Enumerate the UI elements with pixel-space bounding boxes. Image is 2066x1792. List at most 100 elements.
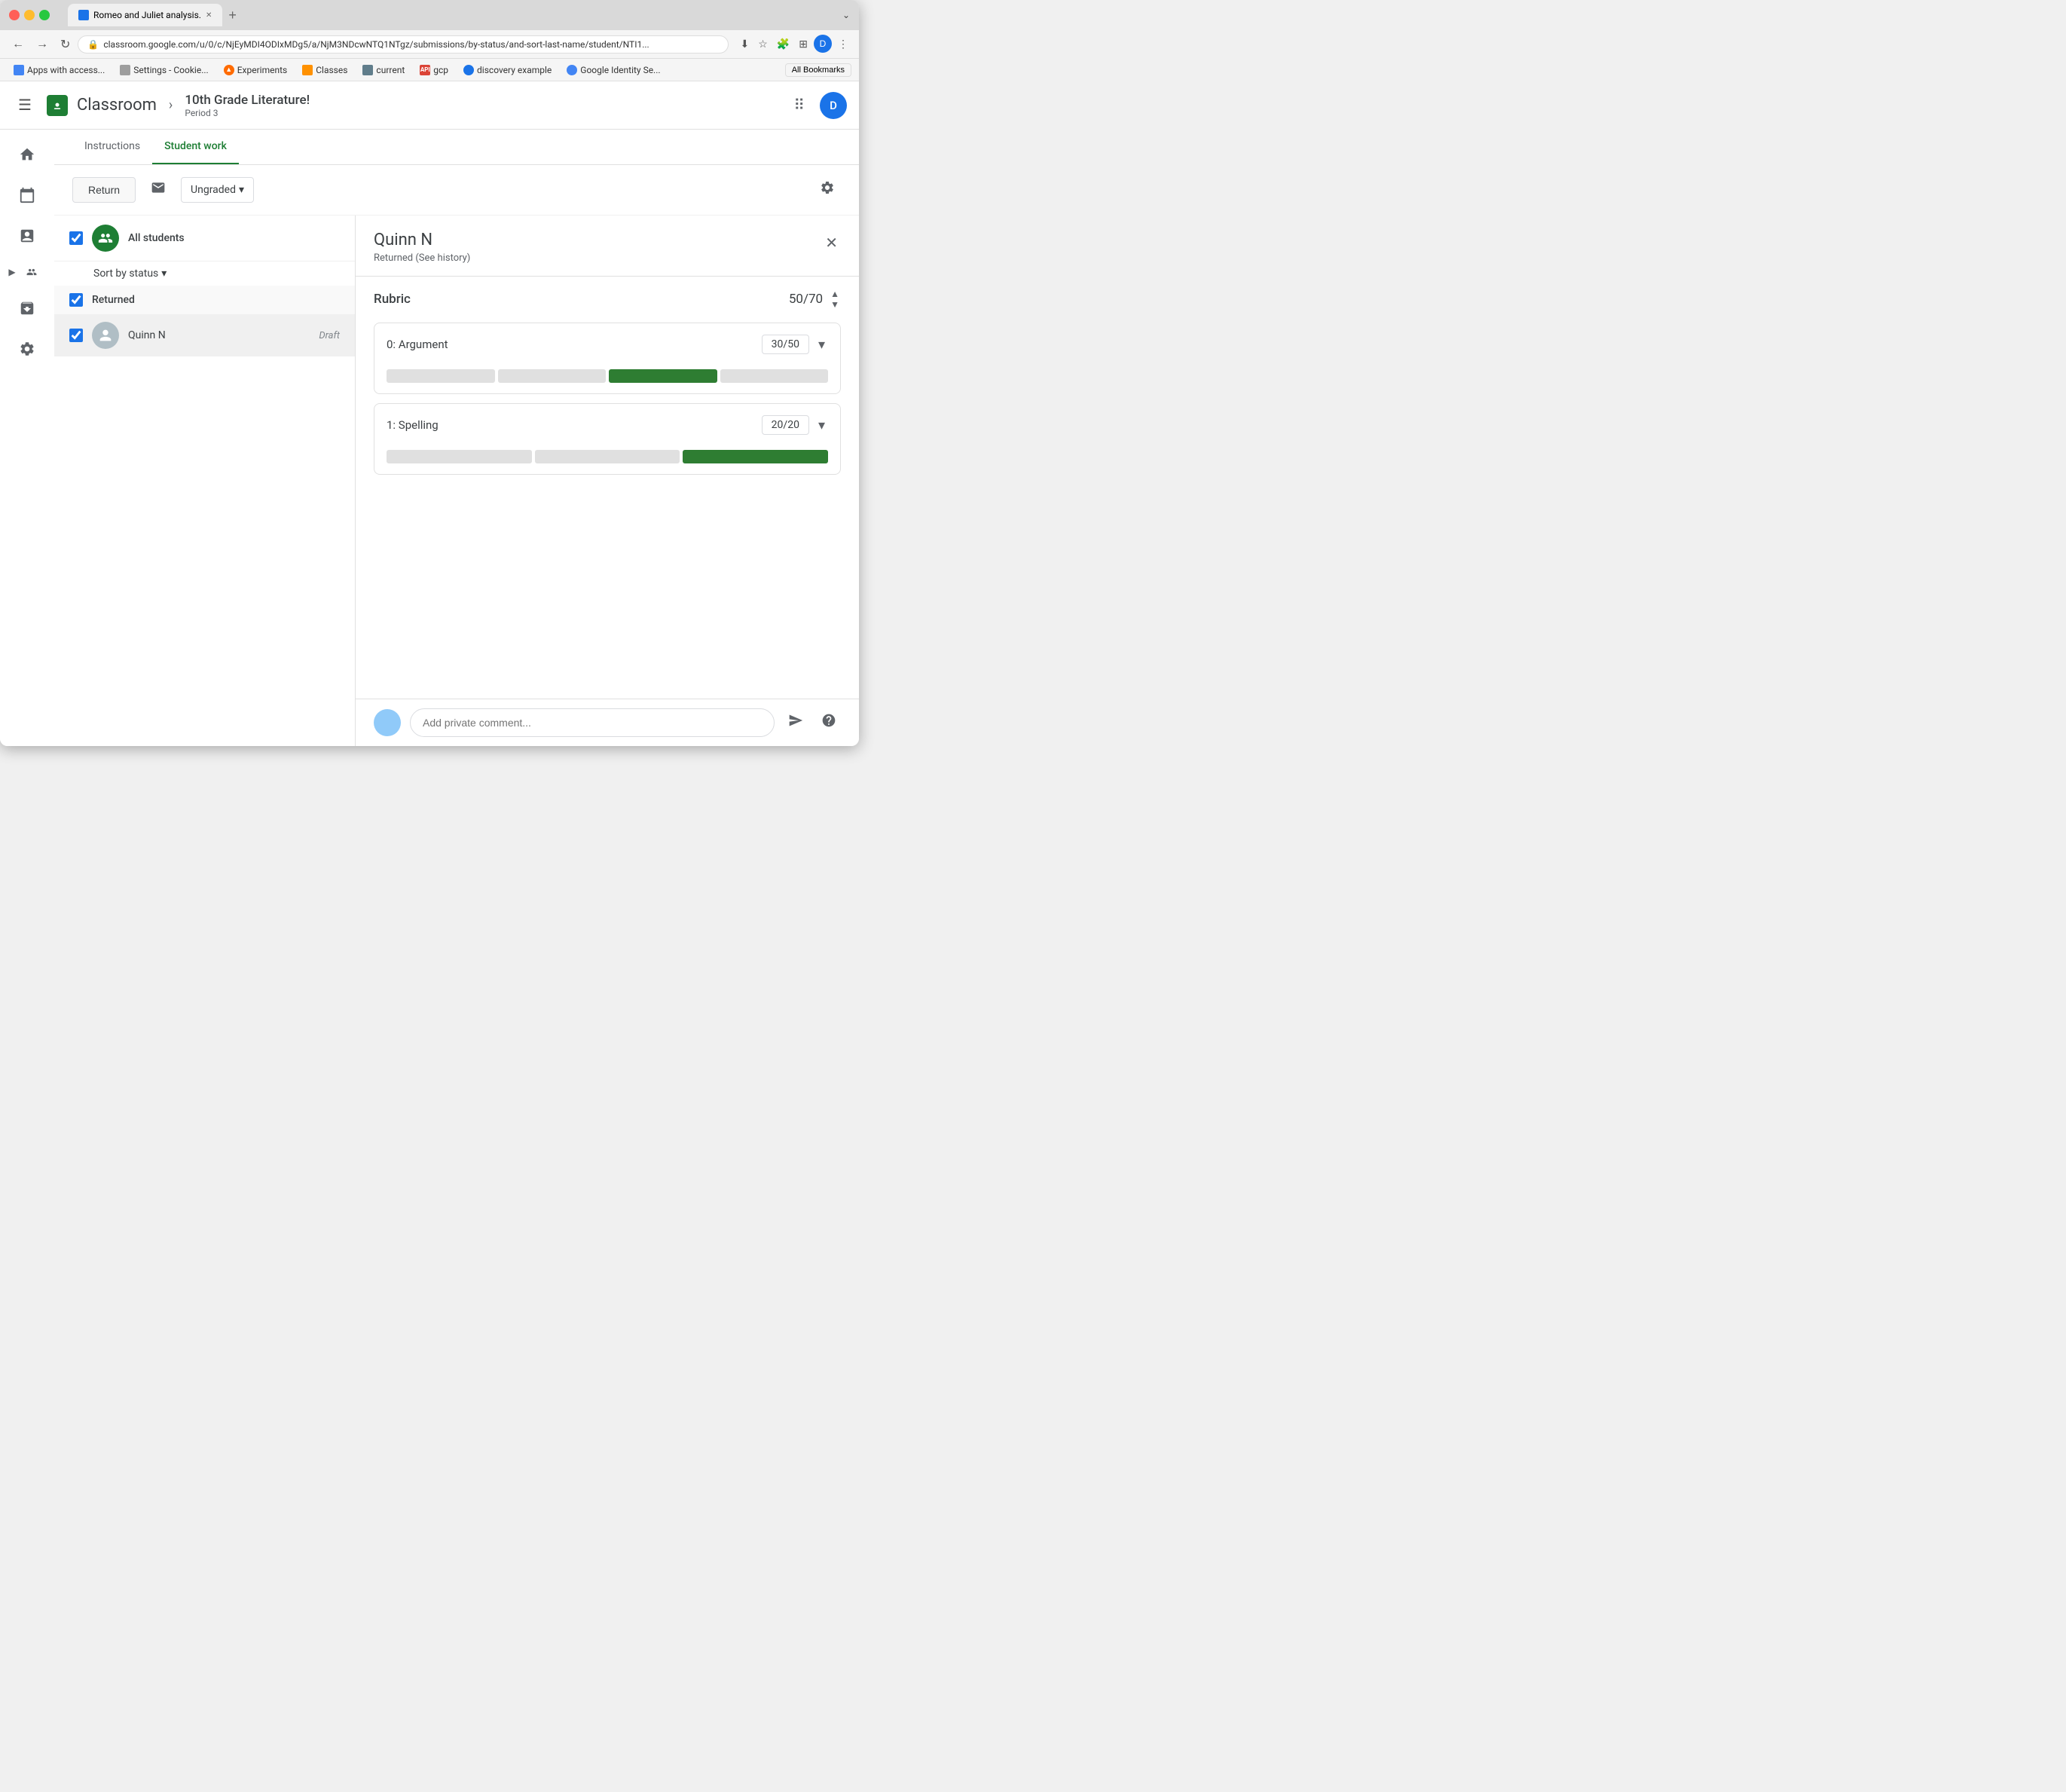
sidebar-calendar-button[interactable]	[8, 176, 46, 214]
traffic-lights	[9, 10, 50, 20]
class-name: 10th Grade Literature!	[185, 93, 310, 108]
tab-student-work[interactable]: Student work	[152, 130, 239, 164]
bookmark-discovery-label: discovery example	[477, 65, 552, 75]
sidebar-settings-button[interactable]	[8, 330, 46, 368]
rubric-bar-segment[interactable]	[535, 450, 680, 463]
sidebar-archive-button[interactable]	[8, 289, 46, 327]
all-students-checkbox[interactable]	[69, 231, 83, 245]
tab-favicon-icon	[78, 10, 89, 20]
bookmark-favicon-google-id	[567, 65, 577, 75]
sidebar-home-button[interactable]	[8, 136, 46, 173]
toolbar: Return Ungraded ▾	[54, 165, 859, 216]
bookmark-favicon-current	[362, 65, 373, 75]
bookmark-google-id-label: Google Identity Se...	[580, 65, 660, 75]
comment-send-button[interactable]	[784, 708, 808, 737]
bookmark-favicon-classes	[302, 65, 313, 75]
rubric-score-arrows: ▲ ▼	[829, 289, 841, 310]
app-name: Classroom	[77, 96, 157, 115]
forward-button[interactable]: →	[32, 35, 53, 54]
bookmark-classes[interactable]: Classes	[296, 63, 353, 77]
bookmark-settings-label: Settings - Cookie...	[133, 65, 208, 75]
user-avatar[interactable]: D	[820, 92, 847, 119]
bookmark-icon[interactable]: ☆	[755, 35, 771, 54]
maximize-traffic-light[interactable]	[39, 10, 50, 20]
rubric-item-argument-score: 30/50 ▾	[762, 334, 828, 356]
student-name: Quinn N	[128, 329, 310, 341]
bookmark-favicon-gcp: API	[420, 65, 430, 75]
bookmark-favicon-experiments: ▲	[224, 65, 234, 75]
comment-help-button[interactable]	[817, 708, 841, 737]
student-detail-status: Returned (See history)	[374, 252, 822, 264]
tab-close-icon[interactable]: ✕	[206, 11, 212, 20]
bookmark-apps-label: Apps with access...	[27, 65, 105, 75]
comment-input[interactable]	[410, 708, 775, 737]
all-bookmarks-button[interactable]: All Bookmarks	[785, 63, 851, 77]
rubric-bar-segment-selected[interactable]	[609, 369, 717, 383]
rubric-bar-segment[interactable]	[498, 369, 607, 383]
back-button[interactable]: ←	[8, 35, 29, 54]
bookmark-settings[interactable]: Settings - Cookie...	[114, 63, 214, 77]
profile-icon[interactable]: D	[814, 35, 832, 53]
app-header: ☰ Classroom › 10th Grade Literature! Per…	[0, 81, 859, 130]
tab-menu-icon[interactable]: ⌄	[842, 10, 850, 20]
rubric-item-spelling-score: 20/20 ▾	[762, 414, 828, 436]
split-view-icon[interactable]: ⊞	[796, 35, 811, 54]
bookmark-favicon-google	[14, 65, 24, 75]
hamburger-menu-button[interactable]: ☰	[12, 90, 38, 121]
all-students-row: All students	[54, 216, 355, 261]
bookmark-experiments[interactable]: ▲ Experiments	[218, 63, 294, 77]
bookmark-discovery[interactable]: discovery example	[457, 63, 558, 77]
address-bar[interactable]: 🔒 classroom.google.com/u/0/c/NjEyMDI4ODI…	[78, 35, 728, 54]
bookmark-favicon-discovery	[463, 65, 474, 75]
rubric-bar-segment[interactable]	[720, 369, 829, 383]
rubric-bar-segment-selected[interactable]	[683, 450, 828, 463]
sidebar-people-button[interactable]	[17, 258, 46, 286]
left-panel: All students Sort by status ▾ Returned	[54, 216, 356, 746]
minimize-traffic-light[interactable]	[24, 10, 35, 20]
sidebar-expand-icon[interactable]: ▶	[8, 267, 15, 277]
extensions-icon[interactable]: 🧩	[774, 35, 793, 54]
grade-filter-dropdown[interactable]: Ungraded ▾	[181, 177, 254, 203]
app-area: ☰ Classroom › 10th Grade Literature! Per…	[0, 81, 859, 746]
new-tab-button[interactable]: +	[222, 8, 243, 23]
classroom-logo	[47, 95, 68, 116]
bookmark-gcp[interactable]: API gcp	[414, 63, 454, 77]
bookmark-current[interactable]: current	[356, 63, 411, 77]
returned-section-checkbox[interactable]	[69, 293, 83, 307]
apps-grid-button[interactable]: ⠿	[787, 90, 811, 121]
bookmark-apps[interactable]: Apps with access...	[8, 63, 111, 77]
rubric-item-argument: 0: Argument 30/50 ▾	[374, 323, 841, 394]
bookmark-favicon-settings	[120, 65, 130, 75]
toolbar-settings-button[interactable]	[814, 174, 841, 206]
breadcrumb-separator: ›	[169, 97, 173, 113]
download-icon[interactable]: ⬇	[738, 35, 753, 54]
rubric-item-argument-expand-button[interactable]: ▾	[815, 334, 828, 356]
grade-filter-label: Ungraded	[191, 184, 236, 196]
student-status: Draft	[319, 330, 340, 341]
student-quinn-checkbox[interactable]	[69, 329, 83, 342]
rubric-item-argument-name: 0: Argument	[387, 338, 448, 351]
rubric-title: Rubric	[374, 292, 411, 307]
rubric-item-spelling: 1: Spelling 20/20 ▾	[374, 403, 841, 475]
nav-icons: ⬇ ☆ 🧩 ⊞ D ⋮	[738, 35, 851, 54]
rubric-item-spelling-name: 1: Spelling	[387, 418, 439, 432]
sort-chevron-icon[interactable]: ▾	[161, 268, 167, 280]
email-button[interactable]	[145, 174, 172, 206]
tab-instructions[interactable]: Instructions	[72, 130, 152, 164]
rubric-item-spelling-score-text: 20/20	[762, 415, 809, 435]
sort-row: Sort by status ▾	[54, 261, 355, 286]
reload-button[interactable]: ↻	[56, 34, 75, 55]
bookmark-google-id[interactable]: Google Identity Se...	[561, 63, 666, 77]
rubric-item-spelling-expand-button[interactable]: ▾	[815, 414, 828, 436]
sidebar-assignment-button[interactable]	[8, 217, 46, 255]
rubric-score-up-button[interactable]: ▲	[829, 289, 841, 299]
rubric-score-down-button[interactable]: ▼	[829, 299, 841, 310]
active-tab[interactable]: Romeo and Juliet analysis. ✕	[68, 4, 222, 26]
more-menu-icon[interactable]: ⋮	[835, 35, 851, 54]
return-button[interactable]: Return	[72, 177, 136, 203]
student-row[interactable]: Quinn N Draft	[54, 314, 355, 356]
rubric-bar-segment[interactable]	[387, 450, 532, 463]
rubric-bar-segment[interactable]	[387, 369, 495, 383]
detail-close-button[interactable]: ✕	[822, 231, 841, 255]
close-traffic-light[interactable]	[9, 10, 20, 20]
